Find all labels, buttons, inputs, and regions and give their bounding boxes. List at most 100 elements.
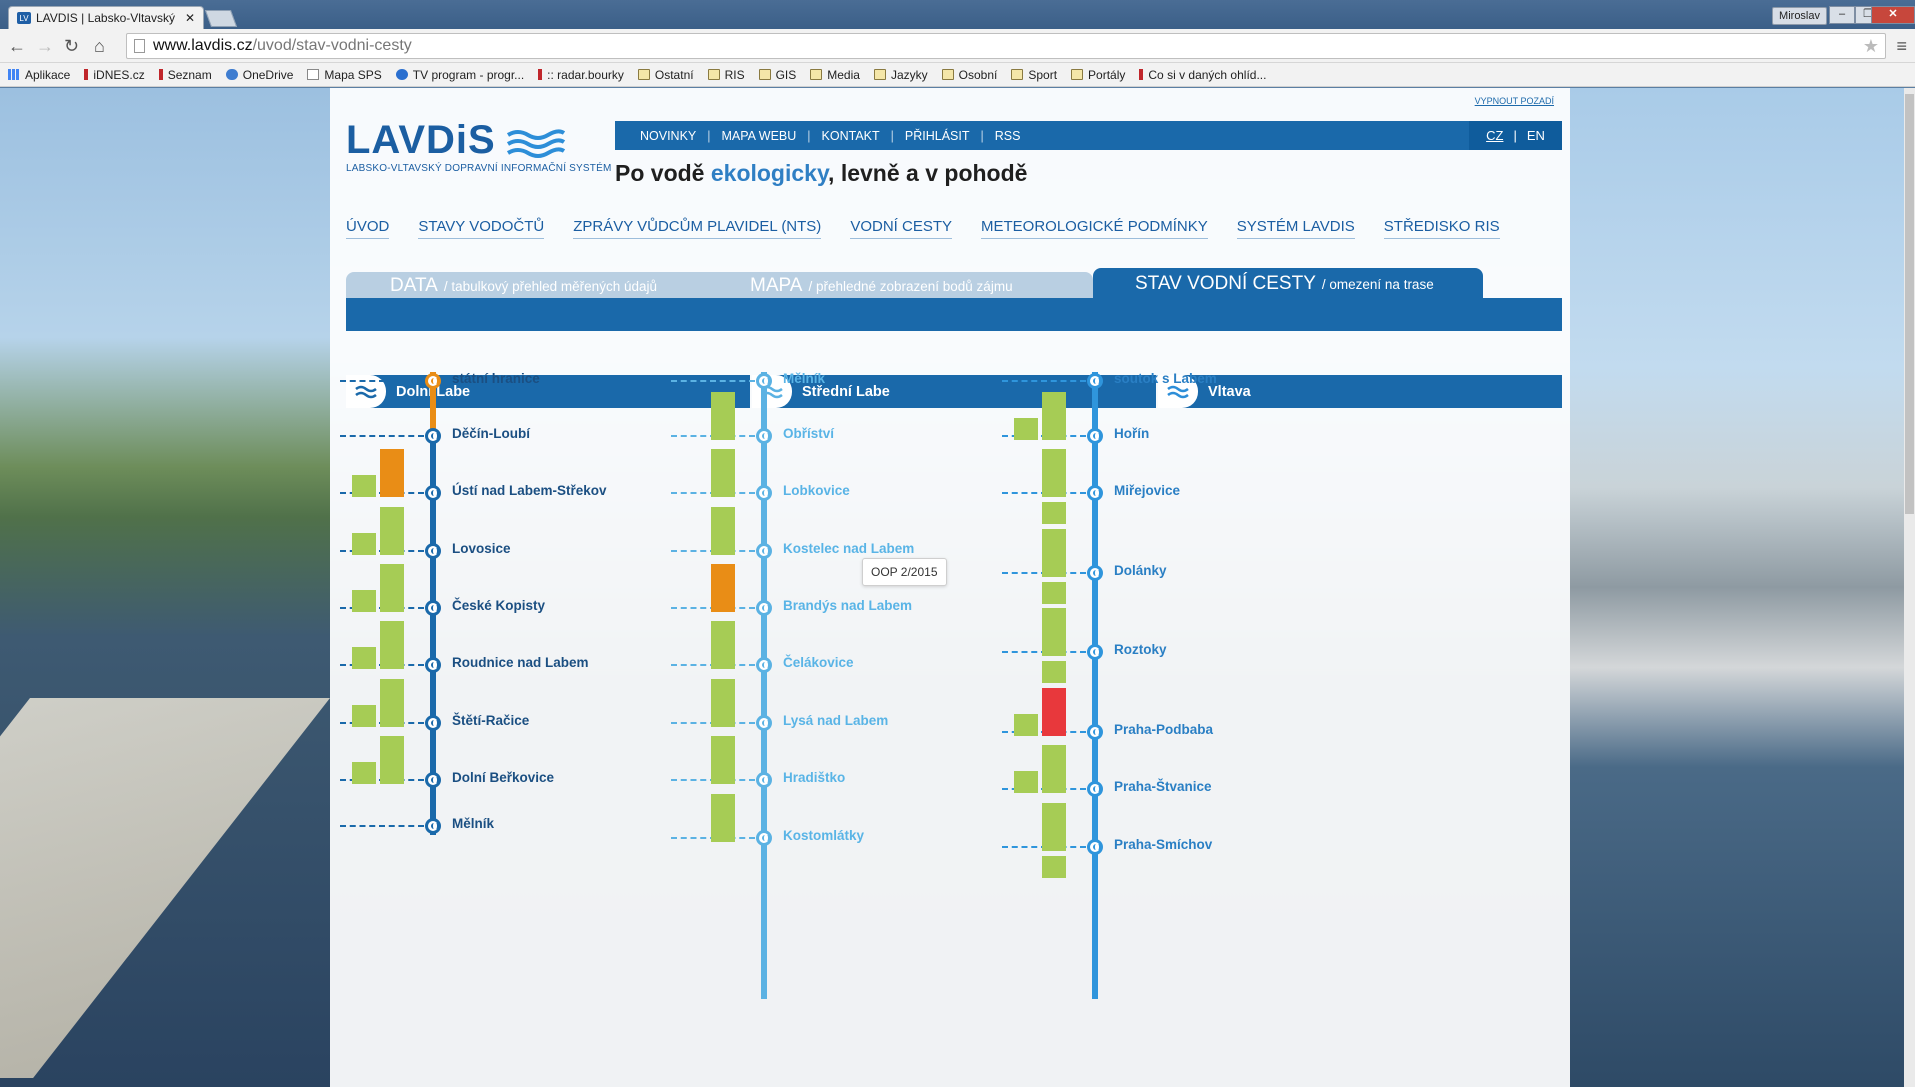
station-label[interactable]: Praha-Podbaba	[1114, 722, 1213, 737]
status-bar-green[interactable]	[1014, 771, 1038, 793]
station-label[interactable]: Mělník	[452, 816, 494, 831]
station-label[interactable]: Dolánky	[1114, 563, 1167, 578]
bookmark-item[interactable]: TV program - progr...	[395, 68, 524, 82]
reload-icon[interactable]: ↻	[64, 36, 79, 57]
station-node[interactable]	[1087, 373, 1103, 389]
status-bar-green[interactable]	[711, 679, 735, 727]
scrollbar[interactable]	[1904, 88, 1915, 1087]
station-label[interactable]: Praha-Štvanice	[1114, 779, 1212, 794]
status-bar-green[interactable]	[380, 621, 404, 669]
status-bar-green[interactable]	[1042, 582, 1066, 604]
bookmark-item[interactable]: OneDrive	[225, 68, 293, 82]
status-bar-green[interactable]	[352, 475, 376, 497]
bookmark-item[interactable]: Mapa SPS	[307, 68, 382, 82]
station-node[interactable]	[756, 657, 772, 673]
status-bar-green[interactable]	[1042, 856, 1066, 878]
station-node[interactable]	[425, 818, 441, 834]
back-icon[interactable]: ←	[8, 36, 26, 57]
station-label[interactable]: Dolní Beřkovice	[452, 770, 554, 785]
mainnav-item[interactable]: STAVY VODOČTŮ	[418, 218, 545, 239]
station-label[interactable]: Miřejovice	[1114, 483, 1180, 498]
station-node[interactable]	[1087, 565, 1103, 581]
status-bar-green[interactable]	[1042, 392, 1066, 440]
station-node[interactable]	[756, 830, 772, 846]
tab-close-icon[interactable]: ✕	[185, 11, 195, 25]
station-node[interactable]	[756, 428, 772, 444]
station-label[interactable]: Mělník	[783, 371, 825, 386]
station-node[interactable]	[756, 543, 772, 559]
station-node[interactable]	[1087, 781, 1103, 797]
station-label[interactable]: Brandýs nad Labem	[783, 598, 912, 613]
station-node[interactable]	[425, 715, 441, 731]
mainnav-item[interactable]: ZPRÁVY VŮDCŮM PLAVIDEL (NTS)	[573, 218, 822, 239]
bookmark-item[interactable]: GIS	[758, 68, 796, 82]
station-node[interactable]	[756, 485, 772, 501]
topnav-item[interactable]: KONTAKT	[811, 129, 891, 143]
mainnav-item[interactable]: VODNÍ CESTY	[850, 218, 952, 239]
station-label[interactable]: Štětí-Račice	[452, 713, 529, 728]
topnav-item[interactable]: NOVINKY	[629, 129, 707, 143]
topnav-item[interactable]: RSS	[984, 129, 1032, 143]
station-label[interactable]: státní hranice	[452, 371, 540, 386]
scrollbar-thumb[interactable]	[1905, 94, 1914, 514]
address-bar[interactable]: www.lavdis.cz/uvod/stav-vodni-cesty ★	[126, 33, 1886, 59]
status-bar-green[interactable]	[711, 507, 735, 555]
station-label[interactable]: soutok s Labem	[1114, 371, 1217, 386]
status-bar-green[interactable]	[1042, 803, 1066, 851]
station-label[interactable]: Kostelec nad Labem	[783, 541, 914, 556]
bookmark-star-icon[interactable]: ★	[1863, 34, 1879, 58]
status-bar-green[interactable]	[711, 449, 735, 497]
forward-icon[interactable]: →	[36, 36, 54, 57]
topnav-item[interactable]: PŘIHLÁSIT	[894, 129, 981, 143]
station-node[interactable]	[425, 485, 441, 501]
status-bar-green[interactable]	[711, 621, 735, 669]
bookmark-item[interactable]: Sport	[1011, 68, 1057, 82]
minimize-button[interactable]: –	[1829, 6, 1855, 24]
menu-icon[interactable]: ≡	[1896, 36, 1907, 57]
station-label[interactable]: České Kopisty	[452, 598, 545, 613]
station-label[interactable]: Kostomlátky	[783, 828, 864, 843]
station-label[interactable]: Děčín-Loubí	[452, 426, 530, 441]
status-bar-orange[interactable]	[380, 449, 404, 497]
station-node[interactable]	[425, 600, 441, 616]
status-bar-green[interactable]	[711, 794, 735, 842]
station-label[interactable]: Čelákovice	[783, 655, 854, 670]
new-tab-button[interactable]	[204, 10, 238, 27]
status-bar-green[interactable]	[1042, 745, 1066, 793]
station-label[interactable]: Hořín	[1114, 426, 1149, 441]
lang-cz[interactable]: CZ	[1486, 128, 1503, 143]
status-bar-green[interactable]	[380, 679, 404, 727]
status-bar-green[interactable]	[1042, 502, 1066, 524]
profile-button[interactable]: Miroslav	[1772, 7, 1827, 25]
bookmark-item[interactable]: Media	[810, 68, 860, 82]
station-label[interactable]: Roudnice nad Labem	[452, 655, 589, 670]
mainnav-item[interactable]: METEOROLOGICKÉ PODMÍNKY	[981, 218, 1208, 239]
station-label[interactable]: Roztoky	[1114, 642, 1167, 657]
station-node[interactable]	[425, 772, 441, 788]
bookmark-item[interactable]: iDNES.cz	[84, 68, 145, 82]
mainnav-item[interactable]: SYSTÉM LAVDIS	[1236, 218, 1355, 239]
status-bar-green[interactable]	[711, 736, 735, 784]
close-window-button[interactable]: ✕	[1871, 6, 1915, 24]
status-bar-green[interactable]	[380, 736, 404, 784]
lang-en[interactable]: EN	[1527, 128, 1545, 143]
status-bar-green[interactable]	[380, 507, 404, 555]
station-node[interactable]	[756, 373, 772, 389]
status-bar-green[interactable]	[352, 533, 376, 555]
status-bar-green[interactable]	[1014, 418, 1038, 440]
status-bar-green[interactable]	[380, 564, 404, 612]
status-bar-green[interactable]	[352, 762, 376, 784]
status-bar-green[interactable]	[1042, 608, 1066, 656]
station-label[interactable]: Lobkovice	[783, 483, 850, 498]
hide-background-link[interactable]: VYPNOUT POZADÍ	[1475, 96, 1554, 106]
bookmark-item[interactable]: Osobní	[941, 68, 997, 82]
station-node[interactable]	[1087, 644, 1103, 660]
bookmark-item[interactable]: Jazyky	[873, 68, 928, 82]
status-bar-red[interactable]	[1042, 688, 1066, 736]
river-header-vltava[interactable]: Vltava	[1158, 375, 1562, 408]
mainnav-item[interactable]: STŘEDISKO RIS	[1383, 218, 1500, 239]
bookmark-item[interactable]: :: radar.bourky	[538, 68, 624, 82]
status-bar-green[interactable]	[1042, 529, 1066, 577]
status-bar-green[interactable]	[352, 705, 376, 727]
status-bar-green[interactable]	[1014, 714, 1038, 736]
